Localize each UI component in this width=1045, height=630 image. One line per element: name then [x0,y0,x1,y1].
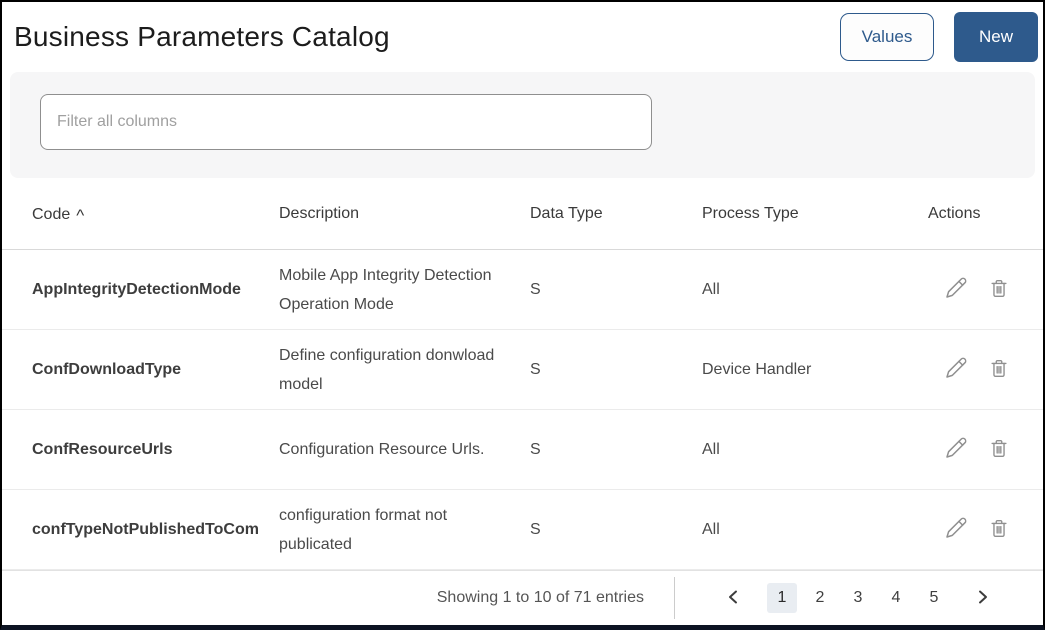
table-row: ConfDownloadType Define configuration do… [2,330,1043,410]
cell-data-type: S [530,280,541,298]
page-button-2[interactable]: 2 [805,583,835,613]
cell-code: confTypeNotPublishedToCom [32,520,259,538]
cell-description: Configuration Resource Urls. [279,441,485,458]
table-footer: Showing 1 to 10 of 71 entries 1 2 3 4 5 [2,570,1043,625]
page-button-4[interactable]: 4 [881,583,911,613]
filter-panel [10,72,1035,178]
next-page-button[interactable] [967,583,997,613]
column-header-process-type[interactable]: Process Type [702,205,928,223]
cell-data-type: S [530,360,541,378]
edit-button[interactable] [944,276,968,303]
delete-button[interactable] [988,356,1010,383]
parameters-table: Code ^ Description Data Type Process Type… [2,178,1043,625]
edit-button[interactable] [944,436,968,463]
column-header-code[interactable]: Code ^ [32,204,279,225]
cell-process-type: All [702,280,720,298]
cell-description: configuration format not publicated [279,506,448,553]
pencil-icon [944,276,968,303]
pencil-icon [944,436,968,463]
cell-actions [928,516,1013,543]
column-header-description[interactable]: Description [279,205,530,223]
page-button-1[interactable]: 1 [767,583,797,613]
entries-summary: Showing 1 to 10 of 71 entries [436,589,644,606]
new-button[interactable]: New [954,12,1038,62]
table-row: confTypeNotPublishedToCom configuration … [2,490,1043,570]
trash-icon [988,356,1010,383]
cell-process-type: All [702,440,720,458]
business-parameters-catalog-page: Business Parameters Catalog Values New C… [0,0,1045,630]
table-row: ConfResourceUrls Configuration Resource … [2,410,1043,490]
delete-button[interactable] [988,516,1010,543]
delete-button[interactable] [988,276,1010,303]
cell-process-type: All [702,520,720,538]
trash-icon [988,276,1010,303]
table-row: AppIntegrityDetectionMode Mobile App Int… [2,250,1043,330]
edit-button[interactable] [944,516,968,543]
pencil-icon [944,356,968,383]
cell-code: ConfResourceUrls [32,440,173,458]
column-header-data-type[interactable]: Data Type [530,205,702,223]
table-header-row: Code ^ Description Data Type Process Type… [2,178,1043,250]
delete-button[interactable] [988,436,1010,463]
cell-actions [928,436,1013,463]
column-header-code-label: Code [32,205,71,223]
cell-code: AppIntegrityDetectionMode [32,280,241,298]
previous-page-button[interactable] [719,583,749,613]
trash-icon [988,436,1010,463]
cell-actions [928,356,1013,383]
values-button[interactable]: Values [840,13,934,61]
sort-ascending-icon: ^ [76,205,85,225]
cell-data-type: S [530,520,541,538]
page-header: Business Parameters Catalog Values New [2,2,1043,72]
trash-icon [988,516,1010,543]
column-header-actions: Actions [928,204,981,222]
chevron-left-icon [726,589,742,608]
page-title: Business Parameters Catalog [14,21,390,52]
page-button-3[interactable]: 3 [843,583,873,613]
cell-data-type: S [530,440,541,458]
filter-input[interactable] [40,94,652,150]
cell-process-type: Device Handler [702,360,812,378]
page-button-5[interactable]: 5 [919,583,949,613]
cell-description: Mobile App Integrity Detection Operation… [279,266,492,313]
cell-description: Define configuration donwload model [279,346,495,393]
cell-actions [928,276,1013,303]
chevron-right-icon [974,589,990,608]
cell-code: ConfDownloadType [32,360,182,378]
edit-button[interactable] [944,356,968,383]
footer-divider [674,577,675,619]
pencil-icon [944,516,968,543]
